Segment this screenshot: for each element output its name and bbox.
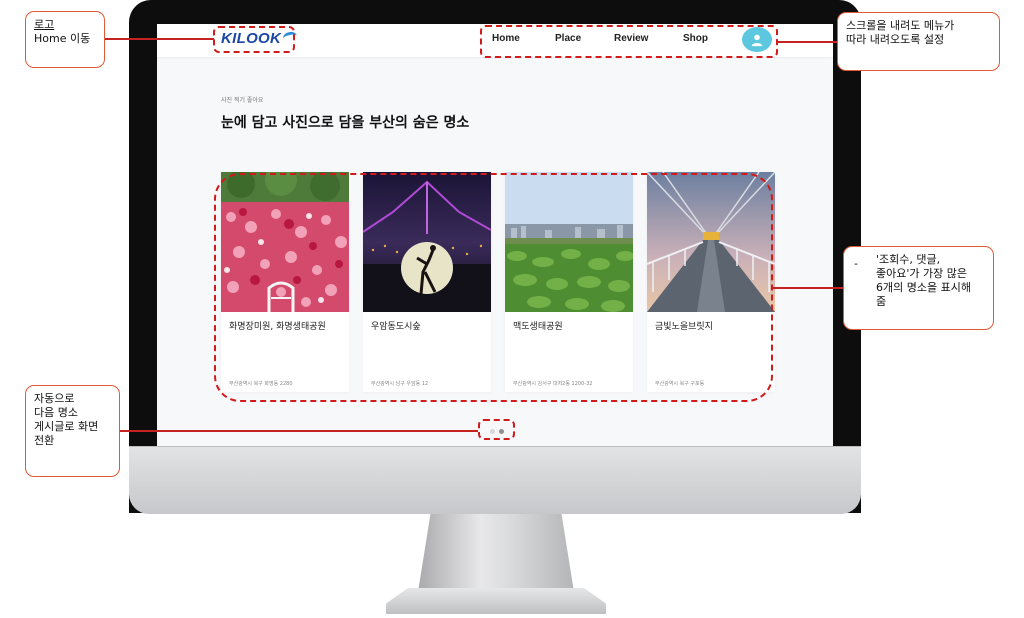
menu-highlight bbox=[480, 25, 778, 58]
annotation-menu: 스크롤을 내려도 메뉴가 따라 내려오도록 설정 bbox=[837, 12, 1000, 71]
annotation-autoplay: 자동으로 다음 명소 게시글로 화면 전환 bbox=[25, 385, 120, 477]
monitor-chin bbox=[129, 446, 861, 514]
mockup-stage: KILOOK Home Place Review Shop 사진 찍기 좋아요 … bbox=[0, 0, 1024, 618]
monitor-stand-base bbox=[386, 588, 606, 614]
annotation-menu-line: 스크롤을 내려도 메뉴가 bbox=[846, 19, 955, 32]
annotation-logo-desc: Home 이동 bbox=[34, 32, 91, 45]
section-subtitle: 사진 찍기 좋아요 bbox=[221, 97, 264, 104]
annotation-cards-line: 줌 bbox=[876, 295, 887, 308]
annotation-autoplay-line: 다음 명소 bbox=[34, 406, 78, 419]
annotation-logo: 로고 Home 이동 bbox=[25, 11, 105, 68]
cards-highlight bbox=[214, 173, 773, 402]
logo-highlight bbox=[213, 26, 295, 53]
annotation-autoplay-line: 게시글로 화면 bbox=[34, 420, 99, 433]
menu-connector bbox=[778, 41, 838, 43]
carousel-highlight bbox=[478, 419, 515, 440]
annotation-autoplay-line: 자동으로 bbox=[34, 392, 75, 405]
logo-connector bbox=[104, 38, 214, 40]
section-title: 눈에 담고 사진으로 담을 부산의 숨은 명소 bbox=[221, 115, 470, 131]
annotation-menu-line: 따라 내려오도록 설정 bbox=[846, 33, 945, 46]
annotation-bullet: - bbox=[854, 257, 858, 270]
annotation-autoplay-line: 전환 bbox=[34, 434, 55, 447]
annotation-logo-title: 로고 bbox=[34, 18, 55, 31]
annotation-cards-line: 좋아요'가 가장 많은 bbox=[876, 267, 967, 280]
carousel-connector bbox=[119, 430, 478, 432]
annotation-cards-line: 6개의 명소을 표시해 bbox=[876, 281, 971, 294]
monitor-stand bbox=[418, 514, 574, 592]
annotation-cards: - '조회수, 댓글, 좋아요'가 가장 많은 6개의 명소을 표시해 줌 bbox=[843, 246, 994, 330]
annotation-cards-line: '조회수, 댓글, bbox=[876, 253, 941, 266]
cards-connector bbox=[773, 287, 844, 289]
